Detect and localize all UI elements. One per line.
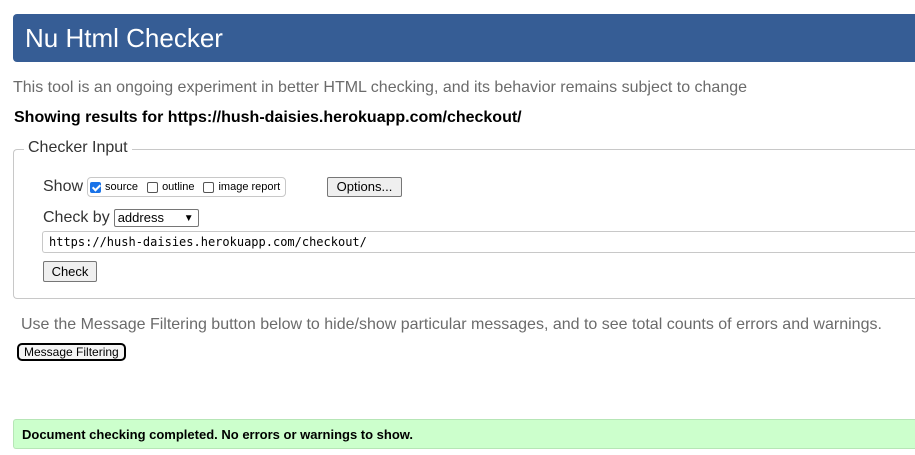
show-outline-option[interactable]: outline [147, 181, 194, 193]
show-options-group: source outline image report [87, 177, 287, 197]
url-input[interactable]: https://hush-daisies.herokuapp.com/check… [42, 231, 915, 253]
check-by-selected-value: address [117, 210, 164, 225]
check-by-row: Check by address ▼ [43, 209, 199, 227]
header-bar: Nu Html Checker [13, 14, 915, 62]
source-label: source [105, 181, 139, 193]
source-checkbox[interactable] [90, 181, 102, 193]
check-by-label: Check by [43, 209, 110, 226]
showing-results-heading: Showing results for https://hush-daisies… [14, 109, 522, 126]
show-label: Show [43, 178, 84, 195]
message-filtering-info: Use the Message Filtering button below t… [21, 316, 882, 333]
chevron-down-icon: ▼ [183, 213, 194, 224]
show-row: Show source outline image report [43, 176, 287, 198]
result-success-banner: Document checking completed. No errors o… [13, 419, 915, 449]
checker-input-legend: Checker Input [24, 139, 132, 157]
options-button[interactable]: Options... [327, 177, 402, 197]
image-report-checkbox[interactable] [203, 181, 215, 193]
check-button[interactable]: Check [43, 261, 97, 282]
message-filtering-button[interactable]: Message Filtering [17, 343, 126, 361]
outline-checkbox[interactable] [147, 181, 159, 193]
check-by-select[interactable]: address ▼ [113, 209, 199, 227]
image-report-label: image report [218, 181, 281, 193]
show-source-option[interactable]: source [90, 181, 138, 193]
intro-text: This tool is an ongoing experiment in be… [13, 79, 748, 96]
result-message: Document checking completed. No errors o… [22, 427, 414, 442]
outline-label: outline [162, 181, 195, 193]
page-title: Nu Html Checker [25, 23, 223, 53]
show-image-report-option[interactable]: image report [203, 181, 280, 193]
